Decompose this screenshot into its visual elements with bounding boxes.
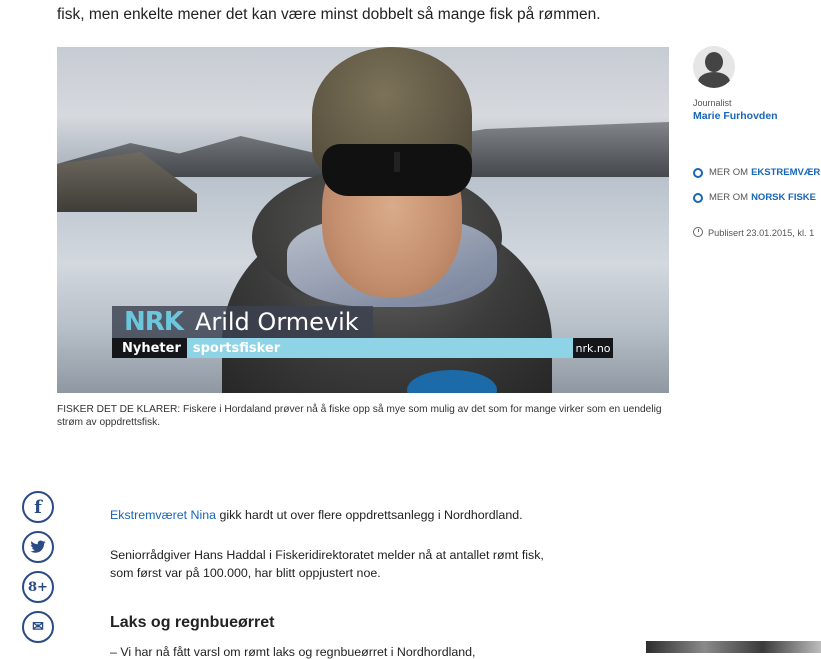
lower-third-bar: Nyheter sportsfisker — [112, 338, 598, 358]
brand-label: nrk.no — [573, 338, 613, 358]
google-plus-icon: 8+ — [28, 579, 48, 595]
person-sunglasses — [322, 144, 472, 196]
avatar-head-icon — [705, 52, 723, 72]
journalist-avatar[interactable] — [693, 46, 735, 88]
more-prefix: MER OM — [709, 167, 749, 178]
published-text: Publisert 23.01.2015, kl. 1 — [708, 228, 815, 238]
section-heading: Laks og regnbueørret — [110, 614, 275, 631]
twitter-icon — [30, 540, 46, 553]
email-icon: ✉ — [32, 619, 44, 635]
more-topic: EKSTREMVÆR — [751, 167, 821, 178]
paragraph-2: Seniorrådgiver Hans Haddal i Fiskeridire… — [110, 548, 544, 580]
journalist-name-link[interactable]: Marie Furhovden — [693, 110, 778, 122]
twitter-share-button[interactable] — [22, 531, 54, 563]
more-about-link-2[interactable]: MER OM NORSK FISKE — [693, 192, 816, 203]
paragraph-1: Ekstremværet Nina gikk hardt ut over fle… — [110, 508, 523, 522]
person-name: Arild Ormevik — [194, 308, 359, 336]
image-caption: FISKER DET DE KLARER: Fiskere i Hordalan… — [57, 404, 662, 428]
more-prefix: MER OM — [709, 192, 749, 203]
clock-icon — [693, 227, 703, 237]
paragraph-3: – Vi har nå fått varsl om rømt laks og r… — [110, 645, 476, 659]
facebook-icon: f — [34, 496, 42, 518]
google-plus-share-button[interactable]: 8+ — [22, 571, 54, 603]
email-share-button[interactable]: ✉ — [22, 611, 54, 643]
published-date: Publisert 23.01.2015, kl. 1 — [693, 227, 814, 238]
bullet-icon — [693, 192, 703, 203]
lower-third-name: NRK Arild Ormevik — [112, 306, 373, 338]
article-intro-text: fisk, men enkelte mener det kan være min… — [57, 6, 601, 23]
facebook-share-button[interactable]: f — [22, 491, 54, 523]
nrk-logo: NRK — [124, 307, 184, 337]
related-image-thumbnail[interactable] — [646, 641, 821, 653]
paragraph-1-text: gikk hardt ut over flere oppdrettsanlegg… — [216, 508, 523, 522]
avatar-body-icon — [698, 72, 730, 88]
person-role: sportsfisker — [192, 340, 281, 356]
article-link-ekstremvaret-nina[interactable]: Ekstremværet Nina — [110, 508, 216, 522]
more-about-link-1[interactable]: MER OM EKSTREMVÆR — [693, 167, 820, 178]
more-topic: NORSK FISKE — [751, 192, 816, 203]
video-player[interactable]: NRK Arild Ormevik Nyheter sportsfisker n… — [57, 47, 669, 393]
bullet-icon — [693, 167, 703, 178]
program-label: Nyheter — [112, 338, 187, 358]
journalist-label: Journalist — [693, 98, 732, 108]
